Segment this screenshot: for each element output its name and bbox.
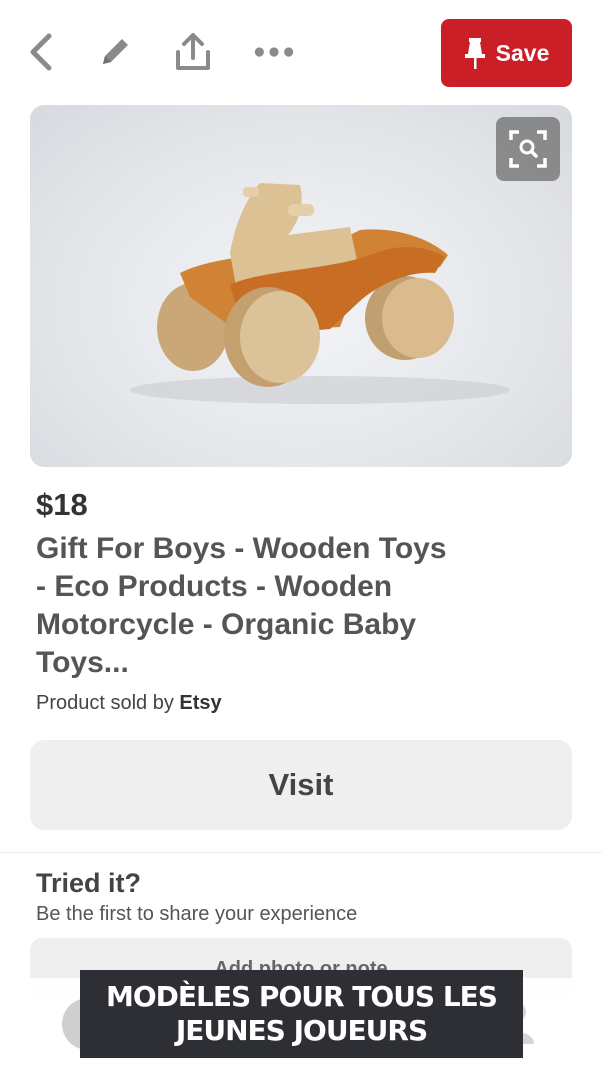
product-price: $18: [36, 487, 88, 522]
caption-banner: MODÈLES POUR TOUS LES JEUNES JOUEURS: [80, 970, 523, 1058]
seller-prefix: Product sold by: [36, 692, 174, 714]
seller-name[interactable]: Etsy: [179, 692, 221, 714]
visual-search-icon[interactable]: [496, 117, 560, 181]
tried-it-heading: Tried it?: [36, 868, 142, 898]
seller-info: Product sold by Etsy: [36, 692, 222, 715]
product-title: Gift For Boys - Wooden Toys - Eco Produc…: [36, 532, 447, 679]
wooden-atv-toy-image: [130, 183, 510, 404]
share-icon[interactable]: [171, 30, 215, 74]
caption-line-1: MODÈLES POUR TOUS LES: [106, 980, 498, 1013]
toolbar: Save: [0, 0, 602, 104]
product-photo[interactable]: [30, 105, 572, 467]
section-divider: [0, 852, 602, 853]
tried-it-subtitle: Be the first to share your experience: [36, 903, 358, 925]
more-dots-icon[interactable]: [252, 30, 296, 74]
pencil-icon[interactable]: [93, 30, 137, 74]
caption-line-2: JEUNES JOUEURS: [175, 1014, 428, 1047]
pin-icon: [464, 38, 485, 69]
chevron-left-icon[interactable]: [20, 30, 64, 74]
save-label: Save: [495, 39, 550, 66]
visit-button[interactable]: Visit: [30, 740, 572, 830]
save-button[interactable]: Save: [441, 19, 572, 87]
